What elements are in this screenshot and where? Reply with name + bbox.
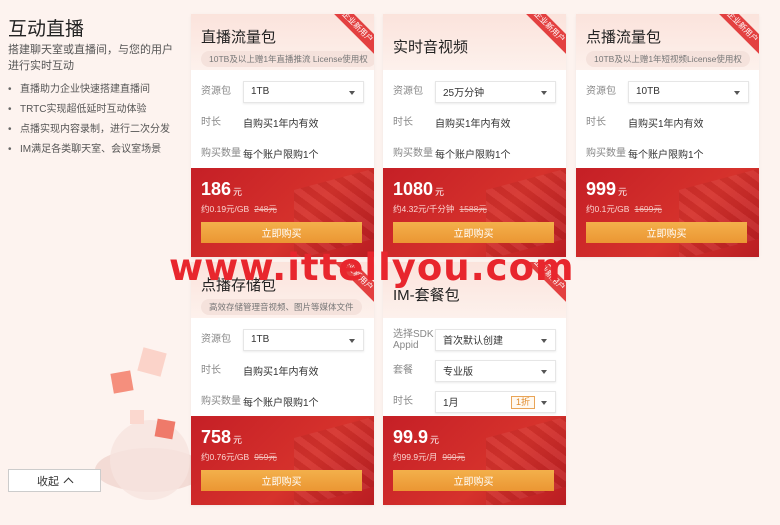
row-label: 时长: [393, 396, 413, 407]
feature-list: 直播助力企业快速搭建直播间 TRTC实现超低延时互动体验 点播实现内容录制，进行…: [8, 80, 183, 160]
plan-select[interactable]: 专业版: [435, 359, 556, 382]
select-value: 专业版: [443, 367, 473, 378]
caret-down-icon: [541, 400, 547, 405]
caret-down-icon: [541, 90, 547, 95]
package-select[interactable]: 1TB: [243, 328, 364, 351]
duration-value: 自购买1年内有效: [628, 119, 704, 130]
buy-button[interactable]: 立即购买: [201, 470, 362, 491]
collapse-button[interactable]: 收起: [8, 469, 101, 492]
row-label: 购买数量: [586, 148, 626, 159]
duration-select[interactable]: 1月 1折: [435, 390, 556, 413]
price-detail: 约0.19元/GB 248元: [201, 204, 277, 214]
card-header: 点播流量包 10TB及以上赠1年短视频License使用权 企业新用户: [576, 14, 759, 70]
duration-value: 自购买1年内有效: [243, 119, 319, 130]
chevron-up-icon: [63, 477, 74, 488]
duration-value: 自购买1年内有效: [435, 119, 511, 130]
feature-item: IM满足各类聊天室、会议室场景: [8, 140, 183, 160]
card-vod-storage: 点播存储包 高效存储管理音视频、图片等媒体文件 企业新用户 资源包 1TB 时长…: [191, 262, 374, 505]
select-value: 首次默认创建: [443, 336, 503, 347]
card-tag: 10TB及以上赠1年短视频License使用权: [586, 51, 750, 67]
row-label: 资源包: [201, 86, 231, 97]
buy-button[interactable]: 立即购买: [586, 222, 747, 243]
sdk-appid-select[interactable]: 首次默认创建: [435, 328, 556, 351]
quantity-value: 每个账户限购1个: [628, 150, 704, 161]
price-value: 1080 元: [393, 179, 445, 199]
card-live-traffic: 直播流量包 10TB及以上赠1年直播推流 License使用权 企业新用户 资源…: [191, 14, 374, 257]
row-label: 选择SDK Appid: [393, 328, 434, 351]
caret-down-icon: [349, 338, 355, 343]
price-panel: 1080 元 约4.32元/千分钟 1588元 立即购买: [383, 168, 566, 257]
discount-badge: 1折: [510, 395, 535, 409]
select-value: 1TB: [251, 334, 270, 345]
page-title: 互动直播: [8, 19, 85, 40]
price-panel: 186 元 约0.19元/GB 248元 立即购买: [191, 168, 374, 257]
select-value: 25万分钟: [443, 88, 485, 99]
package-select[interactable]: 25万分钟: [435, 80, 556, 103]
quantity-value: 每个账户限购1个: [435, 150, 511, 161]
row-label: 时长: [201, 365, 221, 376]
price-detail: 约0.1元/GB 1699元: [586, 204, 662, 214]
row-label: 时长: [201, 117, 221, 128]
watermark-text: www.ittellyou.com: [169, 246, 575, 289]
card-header: 实时音视频 企业新用户: [383, 14, 566, 70]
row-label: 资源包: [586, 86, 616, 97]
row-label: 套餐: [393, 365, 413, 376]
quantity-value: 每个账户限购1个: [243, 398, 319, 409]
card-im-package: IM-套餐包 企业新用户 选择SDK Appid 首次默认创建 套餐 专业版 时…: [383, 262, 566, 505]
row-label: 购买数量: [393, 148, 433, 159]
card-title: 实时音视频: [393, 39, 469, 56]
price-value: 999 元: [586, 179, 628, 199]
feature-item: 点播实现内容录制，进行二次分发: [8, 120, 183, 140]
price-detail: 约99.9元/月 999元: [393, 452, 466, 462]
page-description: 搭建聊天室或直播间，与您的用户进行实时互动: [8, 44, 173, 72]
select-value: 1TB: [251, 86, 270, 97]
row-label: 购买数量: [201, 396, 241, 407]
row-label: 资源包: [201, 334, 231, 345]
card-title: 直播流量包: [201, 29, 277, 46]
card-vod-traffic: 点播流量包 10TB及以上赠1年短视频License使用权 企业新用户 资源包 …: [576, 14, 759, 257]
duration-value: 自购买1年内有效: [243, 367, 319, 378]
price-value: 758 元: [201, 427, 243, 447]
row-label: 时长: [393, 117, 413, 128]
package-select[interactable]: 1TB: [243, 80, 364, 103]
price-detail: 约4.32元/千分钟 1588元: [393, 204, 487, 214]
row-label: 资源包: [393, 86, 423, 97]
price-panel: 999 元 约0.1元/GB 1699元 立即购买: [576, 168, 759, 257]
buy-button[interactable]: 立即购买: [393, 470, 554, 491]
row-label: 购买数量: [201, 148, 241, 159]
card-title: 点播流量包: [586, 29, 662, 46]
caret-down-icon: [349, 90, 355, 95]
card-header: 直播流量包 10TB及以上赠1年直播推流 License使用权 企业新用户: [191, 14, 374, 70]
select-value: 1月: [443, 398, 459, 409]
row-label: 时长: [586, 117, 606, 128]
caret-down-icon: [734, 90, 740, 95]
caret-down-icon: [541, 369, 547, 374]
price-value: 186 元: [201, 179, 243, 199]
collapse-label: 收起: [37, 475, 59, 488]
caret-down-icon: [541, 338, 547, 343]
package-select[interactable]: 10TB: [628, 80, 749, 103]
buy-button[interactable]: 立即购买: [201, 222, 362, 243]
price-detail: 约0.76元/GB 959元: [201, 452, 277, 462]
price-value: 99.9 元: [393, 427, 440, 447]
select-value: 10TB: [636, 86, 660, 97]
quantity-value: 每个账户限购1个: [243, 150, 319, 161]
buy-button[interactable]: 立即购买: [393, 222, 554, 243]
card-tag: 10TB及以上赠1年直播推流 License使用权: [201, 51, 374, 67]
feature-item: TRTC实现超低延时互动体验: [8, 100, 183, 120]
card-rtc: 实时音视频 企业新用户 资源包 25万分钟 时长 自购买1年内有效 购买数量 每个账…: [383, 14, 566, 257]
price-panel: 758 元 约0.76元/GB 959元 立即购买: [191, 416, 374, 505]
feature-item: 直播助力企业快速搭建直播间: [8, 80, 183, 100]
price-panel: 99.9 元 约99.9元/月 999元 立即购买: [383, 416, 566, 505]
card-tag: 高效存储管理音视频、图片等媒体文件: [201, 299, 362, 315]
